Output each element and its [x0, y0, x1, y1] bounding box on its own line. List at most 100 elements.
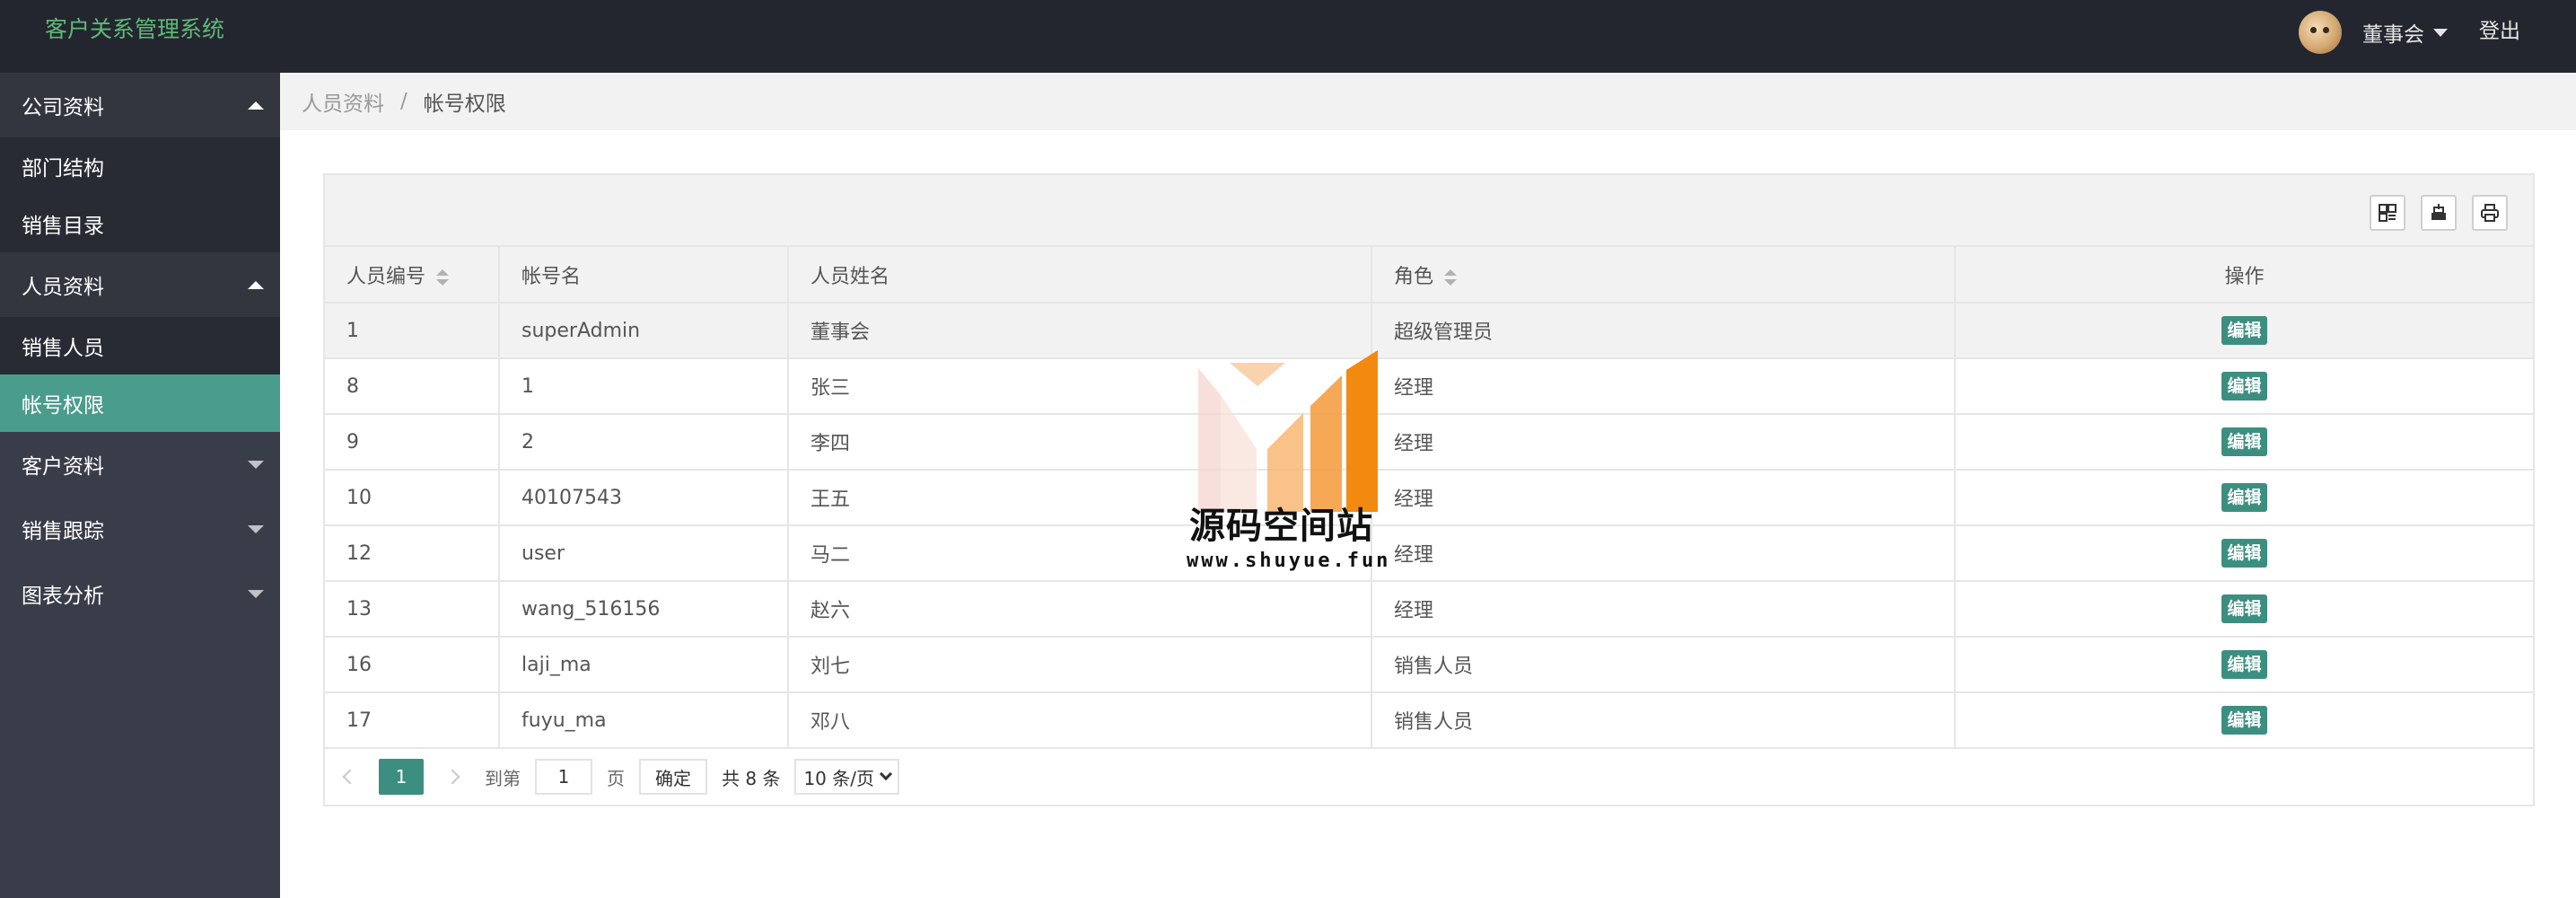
sidebar-group-chart-analysis[interactable]: 图表分析 — [0, 561, 280, 626]
column-header-name: 人员姓名 — [788, 247, 1372, 304]
edit-button[interactable]: 编辑 — [2221, 316, 2267, 345]
print-button[interactable] — [2472, 195, 2508, 231]
breadcrumb-parent[interactable]: 人员资料 — [302, 86, 384, 117]
cell-id: 16 — [325, 637, 500, 693]
page-jump-input[interactable] — [535, 759, 592, 795]
cell-id: 8 — [325, 358, 500, 415]
cell-name: 李四 — [788, 414, 1372, 471]
table-row[interactable]: 1 superAdmin 董事会 超级管理员 编辑 — [325, 303, 2533, 359]
sidebar-group-customers[interactable]: 客户资料 — [0, 432, 280, 497]
cell-id: 9 — [325, 414, 500, 471]
printer-icon — [2481, 204, 2499, 222]
user-menu[interactable]: 董事会 — [2299, 9, 2448, 56]
page-unit-label: 页 — [607, 767, 625, 789]
cell-id: 10 — [325, 470, 500, 526]
pagination: 1 到第 页 确定 共 8 条 10 条/页 — [325, 749, 2533, 805]
chevron-right-icon[interactable] — [444, 769, 460, 785]
page-number-current[interactable]: 1 — [379, 759, 424, 795]
watermark-url: www.shuyue.fun — [1187, 550, 1391, 572]
cell-name: 邓八 — [788, 692, 1372, 749]
cell-actions: 编辑 — [1955, 414, 2533, 471]
column-header-role[interactable]: 角色 — [1371, 247, 1956, 304]
sort-icon[interactable] — [436, 269, 450, 286]
cell-actions: 编辑 — [1955, 358, 2533, 415]
table-row[interactable]: 16 laji_ma 刘七 销售人员 编辑 — [325, 637, 2533, 693]
sidebar-group-label: 人员资料 — [22, 276, 104, 299]
goto-label: 到第 — [485, 767, 521, 789]
sidebar-item-account-permissions[interactable]: 帐号权限 — [0, 374, 280, 432]
cell-role: 销售人员 — [1371, 637, 1956, 693]
cell-role: 经理 — [1371, 525, 1956, 582]
table-row[interactable]: 13 wang_516156 赵六 经理 编辑 — [325, 581, 2533, 638]
user-name[interactable]: 董事会 — [2362, 17, 2424, 48]
table-row[interactable]: 17 fuyu_ma 邓八 销售人员 编辑 — [325, 692, 2533, 749]
cell-role: 经理 — [1371, 581, 1956, 638]
cell-actions: 编辑 — [1955, 692, 2533, 749]
cell-id: 17 — [325, 692, 500, 749]
column-header-actions: 操作 — [1955, 247, 2533, 304]
sidebar-item-sales-catalog[interactable]: 销售目录 — [0, 195, 280, 252]
breadcrumb-current: 帐号权限 — [423, 92, 506, 116]
edit-button[interactable]: 编辑 — [2221, 483, 2267, 512]
cell-account: superAdmin — [499, 303, 789, 359]
edit-button[interactable]: 编辑 — [2221, 427, 2267, 456]
cell-account: user — [499, 525, 789, 582]
logout-link[interactable]: 登出 — [2479, 16, 2520, 47]
top-header: 客户关系管理系统 董事会 登出 — [0, 0, 2576, 73]
export-button[interactable] — [2421, 195, 2457, 231]
cell-id: 13 — [325, 581, 500, 638]
sidebar-group-label: 销售跟踪 — [22, 520, 104, 543]
cell-name: 刘七 — [788, 637, 1372, 693]
data-table-panel: 人员编号 帐号名 人员姓名 角色 操作 1 superAdmin 董事会 超级管… — [323, 173, 2535, 806]
avatar[interactable] — [2299, 11, 2342, 54]
export-icon — [2431, 204, 2446, 220]
sort-icon[interactable] — [1444, 269, 1458, 286]
table-row[interactable]: 10 40107543 王五 经理 编辑 — [325, 470, 2533, 526]
table-toolbar — [325, 175, 2533, 247]
page-size-value: 10 条/页 — [803, 767, 874, 789]
column-header-account: 帐号名 — [499, 247, 789, 304]
sidebar-group-company[interactable]: 公司资料 — [0, 73, 280, 137]
app-title[interactable]: 客户关系管理系统 — [45, 14, 224, 45]
chevron-down-icon[interactable] — [2433, 28, 2448, 37]
table-row[interactable]: 12 user 马二 经理 编辑 — [325, 525, 2533, 582]
sidebar-group-sales-tracking[interactable]: 销售跟踪 — [0, 497, 280, 561]
edit-button[interactable]: 编辑 — [2221, 650, 2267, 679]
cell-name: 张三 — [788, 358, 1372, 415]
cell-account: laji_ma — [499, 637, 789, 693]
cell-name: 赵六 — [788, 581, 1372, 638]
edit-button[interactable]: 编辑 — [2221, 594, 2267, 623]
sidebar-group-label: 图表分析 — [22, 585, 104, 608]
cell-account: wang_516156 — [499, 581, 789, 638]
cell-role: 经理 — [1371, 358, 1956, 415]
page-size-select[interactable]: 10 条/页 — [794, 759, 899, 795]
table-row[interactable]: 8 1 张三 经理 编辑 — [325, 358, 2533, 415]
chevron-down-icon — [248, 460, 264, 469]
watermark-title: 源码空间站 — [1189, 506, 1373, 547]
column-filter-button[interactable] — [2370, 195, 2405, 231]
cell-id: 1 — [325, 303, 500, 359]
edit-button[interactable]: 编辑 — [2221, 539, 2267, 568]
breadcrumb: 人员资料 / 帐号权限 — [280, 73, 2576, 130]
sidebar-item-department[interactable]: 部门结构 — [0, 137, 280, 195]
accounts-table: 人员编号 帐号名 人员姓名 角色 操作 1 superAdmin 董事会 超级管… — [325, 247, 2533, 749]
edit-button[interactable]: 编辑 — [2221, 706, 2267, 735]
chevron-left-icon[interactable] — [342, 769, 358, 785]
grid-filter-icon — [2379, 204, 2396, 222]
chevron-down-icon — [248, 589, 264, 598]
cell-actions: 编辑 — [1955, 525, 2533, 582]
sidebar-group-staff[interactable]: 人员资料 — [0, 252, 280, 317]
table-row[interactable]: 9 2 李四 经理 编辑 — [325, 414, 2533, 471]
sidebar-item-salespeople[interactable]: 销售人员 — [0, 317, 280, 374]
cell-role: 经理 — [1371, 470, 1956, 526]
edit-button[interactable]: 编辑 — [2221, 372, 2267, 401]
page-jump-confirm-button[interactable]: 确定 — [639, 759, 707, 795]
sidebar-group-label: 客户资料 — [22, 455, 104, 479]
chevron-down-icon — [248, 524, 264, 533]
cell-role: 销售人员 — [1371, 692, 1956, 749]
column-header-id[interactable]: 人员编号 — [325, 247, 500, 304]
breadcrumb-separator: / — [400, 90, 407, 113]
cell-account: 40107543 — [499, 470, 789, 526]
cell-id: 12 — [325, 525, 500, 582]
chevron-up-icon — [248, 101, 264, 110]
